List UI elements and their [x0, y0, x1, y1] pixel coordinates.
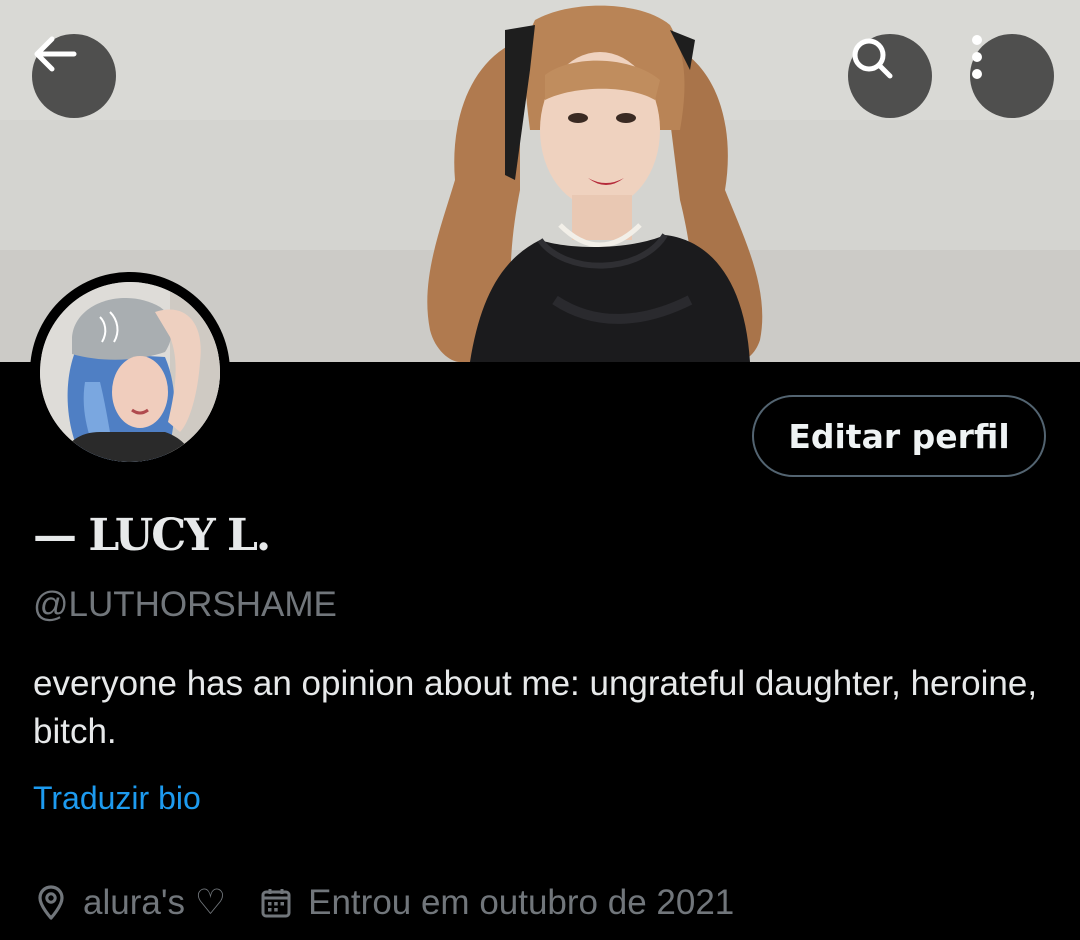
profile-meta: alura's ♡ Entrou em outubro de 2021: [33, 878, 734, 928]
more-options-button[interactable]: [970, 34, 1054, 118]
joined-item: Entrou em outubro de 2021: [258, 883, 734, 923]
location-pin-icon: [33, 885, 69, 921]
search-button[interactable]: [848, 34, 932, 118]
username-handle: @LUTHORSHAME: [33, 585, 337, 624]
avatar-image: [40, 282, 220, 462]
arrow-left-icon: [34, 36, 77, 72]
profile-page: Editar perfil — LUCY L. @LUTHORSHAME eve…: [0, 0, 1080, 940]
location-text: alura's ♡: [83, 883, 227, 922]
search-icon: [852, 38, 893, 79]
translate-bio-link[interactable]: Traduzir bio: [33, 780, 201, 817]
location-item: alura's ♡: [33, 883, 226, 923]
edit-profile-button[interactable]: Editar perfil: [752, 395, 1046, 477]
back-button[interactable]: [32, 34, 116, 118]
profile-bio: everyone has an opinion about me: ungrat…: [33, 664, 1038, 751]
calendar-icon: [258, 885, 294, 921]
joined-date-text: Entrou em outubro de 2021: [308, 883, 735, 922]
display-name: — LUCY L.: [33, 510, 271, 561]
more-vertical-icon: [972, 35, 982, 79]
avatar[interactable]: [30, 272, 230, 472]
